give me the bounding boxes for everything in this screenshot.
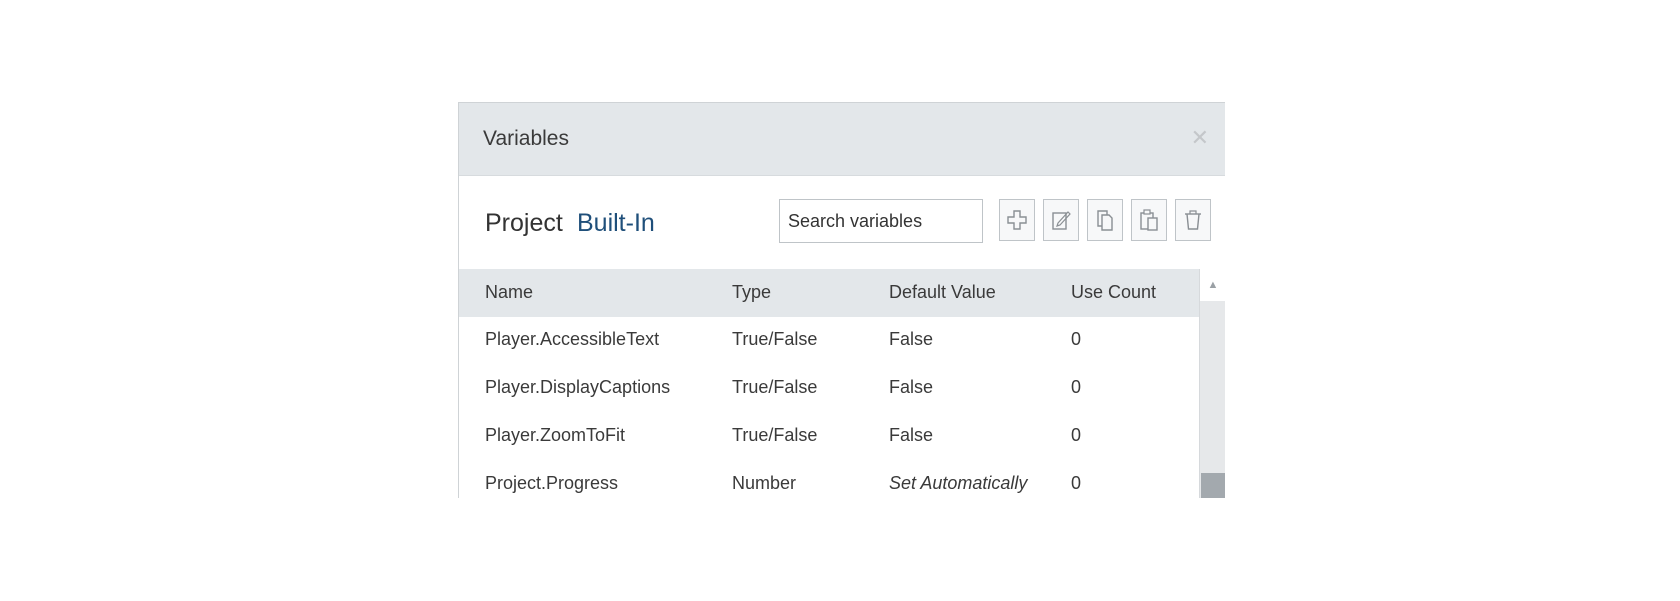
edit-variable-button[interactable] (1043, 199, 1079, 241)
delete-variable-button[interactable] (1175, 199, 1211, 241)
table-row[interactable]: Player.ZoomToFit True/False False 0 (459, 413, 1199, 461)
table-scrollbar[interactable]: ▲ (1199, 269, 1225, 498)
delete-icon (1185, 210, 1201, 230)
variable-default-value: Set Automatically (889, 473, 1028, 493)
table-header: Name Type Default Value Use Count (459, 269, 1199, 317)
tab-project[interactable]: Project (485, 209, 563, 238)
copy-icon (1097, 210, 1113, 231)
paste-variable-button[interactable] (1131, 199, 1167, 241)
variable-type: True/False (732, 377, 818, 397)
search-input[interactable] (779, 199, 983, 243)
add-icon (1007, 210, 1027, 230)
variable-use-count: 0 (1071, 377, 1082, 397)
variable-name: Project.Progress (485, 473, 619, 493)
variable-name: Player.DisplayCaptions (485, 377, 671, 397)
tab-built-in[interactable]: Built-In (577, 209, 655, 238)
copy-variable-button[interactable] (1087, 199, 1123, 241)
scrollbar-thumb[interactable] (1201, 473, 1225, 498)
edit-icon (1052, 211, 1071, 230)
dialog-title: Variables (483, 127, 569, 150)
variable-type: Number (732, 473, 797, 493)
paste-icon (1140, 209, 1158, 231)
column-header-name[interactable]: Name (485, 282, 533, 303)
column-header-default-value[interactable]: Default Value (889, 282, 996, 303)
variable-use-count: 0 (1071, 425, 1082, 445)
variable-type: True/False (732, 425, 818, 445)
variable-name: Player.ZoomToFit (485, 425, 626, 445)
add-variable-button[interactable] (999, 199, 1035, 241)
variable-default-value: False (889, 377, 934, 397)
close-icon[interactable]: ✕ (1191, 125, 1209, 151)
table-row[interactable]: Player.AccessibleText True/False False 0 (459, 317, 1199, 365)
variable-default-value: False (889, 329, 934, 349)
variable-name: Player.AccessibleText (485, 329, 660, 349)
variable-use-count: 0 (1071, 329, 1082, 349)
variable-type: True/False (732, 329, 818, 349)
column-header-type[interactable]: Type (732, 282, 771, 303)
scroll-up-arrow-icon[interactable]: ▲ (1200, 269, 1225, 301)
table-row[interactable]: Project.Progress Number Set Automaticall… (459, 461, 1199, 498)
variables-dialog: Variables ✕ Project Built-In Search vari… (458, 102, 1225, 498)
variable-use-count: 0 (1071, 473, 1082, 493)
column-header-use-count[interactable]: Use Count (1071, 282, 1156, 303)
dialog-titlebar: Variables ✕ (459, 103, 1225, 176)
table-row[interactable]: Player.DisplayCaptions True/False False … (459, 365, 1199, 413)
variable-default-value: False (889, 425, 934, 445)
